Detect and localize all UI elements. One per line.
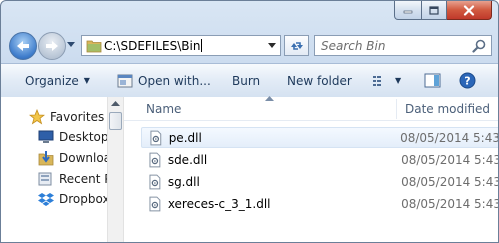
chevron-down-icon: ▼	[83, 76, 90, 85]
content-area: Favorites Desktop Downloa Recent Pl	[1, 96, 499, 242]
nav-item-downloads[interactable]: Downloa	[38, 148, 107, 168]
chevron-down-icon: ▼	[395, 76, 402, 85]
scroll-up-icon[interactable]	[111, 101, 120, 106]
nav-item-label: Downloa	[59, 151, 107, 165]
preview-pane-button[interactable]	[424, 64, 441, 97]
dll-file-icon	[149, 152, 161, 167]
dll-file-icon	[149, 196, 161, 211]
file-date: 08/05/2014 5:43	[401, 152, 499, 167]
address-bar[interactable]: C:\SDEFILES\Bin	[81, 35, 281, 56]
sort-ascending-icon	[265, 96, 274, 101]
burn-button[interactable]: Burn	[232, 64, 260, 97]
open-with-button[interactable]: Open with...	[117, 64, 211, 97]
file-name: sde.dll	[167, 152, 208, 167]
maximize-icon	[429, 5, 439, 15]
desktop-icon	[38, 129, 54, 145]
dll-file-icon	[149, 174, 161, 189]
recent-pages-dropdown-icon[interactable]	[67, 42, 75, 48]
new-folder-button[interactable]: New folder	[287, 64, 352, 97]
dll-file-icon	[150, 130, 162, 145]
change-view-button[interactable]	[372, 64, 388, 97]
file-date: 08/05/2014 5:43	[401, 174, 499, 189]
maximize-button[interactable]	[422, 1, 447, 20]
folder-icon	[86, 40, 102, 53]
explorer-window: C:\SDEFILES\Bin Organize ▼ Open	[0, 0, 499, 243]
table-row[interactable]: xereces-c_3_1.dll 08/05/2014 5:43	[141, 193, 499, 214]
back-button[interactable]	[9, 32, 37, 60]
navigation-scrollbar[interactable]	[107, 97, 124, 242]
nav-item-favorites[interactable]: Favorites	[29, 107, 104, 127]
navigation-pane: Favorites Desktop Downloa Recent Pl	[1, 97, 107, 242]
recent-places-icon	[38, 171, 54, 187]
open-with-icon	[117, 74, 133, 87]
table-row[interactable]: pe.dll 08/05/2014 5:43	[141, 127, 499, 148]
table-row[interactable]: sg.dll 08/05/2014 5:43	[141, 171, 499, 192]
nav-item-recent-places[interactable]: Recent Pl	[38, 169, 107, 189]
forward-button[interactable]	[38, 32, 66, 60]
help-button[interactable]: ?	[459, 64, 476, 97]
address-row: C:\SDEFILES\Bin	[1, 28, 498, 62]
new-folder-label: New folder	[287, 73, 352, 88]
refresh-button[interactable]	[284, 35, 309, 56]
refresh-icon	[290, 41, 303, 50]
window-controls	[394, 1, 492, 20]
file-date: 08/05/2014 5:43	[400, 130, 499, 145]
search-input[interactable]	[321, 37, 461, 54]
dropbox-icon	[38, 191, 54, 207]
view-options-icon	[373, 75, 381, 86]
downloads-icon	[38, 150, 54, 166]
nav-item-dropbox[interactable]: Dropbox	[38, 189, 107, 209]
nav-item-label: Recent Pl	[59, 172, 107, 186]
text-caret	[201, 39, 203, 52]
command-bar: Organize ▼ Open with... Burn New folder …	[1, 63, 498, 98]
star-icon	[29, 109, 45, 125]
search-icon[interactable]	[472, 39, 486, 53]
file-name: xereces-c_3_1.dll	[167, 196, 271, 211]
nav-item-desktop[interactable]: Desktop	[38, 127, 107, 147]
close-icon	[463, 4, 475, 16]
table-row[interactable]: sde.dll 08/05/2014 5:43	[141, 149, 499, 170]
open-with-label: Open with...	[138, 73, 211, 88]
file-list: Name Date modified pe.dll 08/05/2014 5:4…	[124, 96, 499, 242]
svg-text:?: ?	[464, 75, 470, 88]
back-arrow-icon	[17, 41, 29, 51]
column-name[interactable]: Name	[146, 102, 181, 116]
nav-item-label: Favorites	[50, 110, 105, 124]
burn-label: Burn	[232, 73, 261, 88]
nav-item-label: Desktop	[59, 130, 107, 144]
preview-pane-icon	[424, 73, 441, 88]
nav-item-label: Dropbox	[59, 192, 107, 206]
address-dropdown-icon[interactable]	[268, 43, 276, 48]
search-box[interactable]	[314, 35, 492, 56]
forward-arrow-icon	[46, 41, 58, 51]
column-header: Name Date modified	[124, 96, 498, 121]
minimize-button[interactable]	[394, 1, 422, 20]
close-button[interactable]	[447, 1, 492, 20]
file-name: pe.dll	[168, 130, 202, 145]
file-date: 08/05/2014 5:43	[401, 196, 499, 211]
help-icon: ?	[459, 72, 476, 89]
organize-label: Organize	[25, 73, 79, 88]
minimize-icon	[403, 10, 413, 14]
address-path[interactable]: C:\SDEFILES\Bin	[104, 39, 203, 53]
scroll-thumb[interactable]	[109, 112, 122, 130]
view-dropdown-button[interactable]: ▼	[395, 64, 401, 97]
organize-button[interactable]: Organize ▼	[25, 64, 90, 97]
column-separator[interactable]	[396, 99, 397, 119]
file-name: sg.dll	[167, 174, 200, 189]
title-bar[interactable]	[1, 1, 498, 27]
column-date-modified[interactable]: Date modified	[405, 102, 490, 116]
